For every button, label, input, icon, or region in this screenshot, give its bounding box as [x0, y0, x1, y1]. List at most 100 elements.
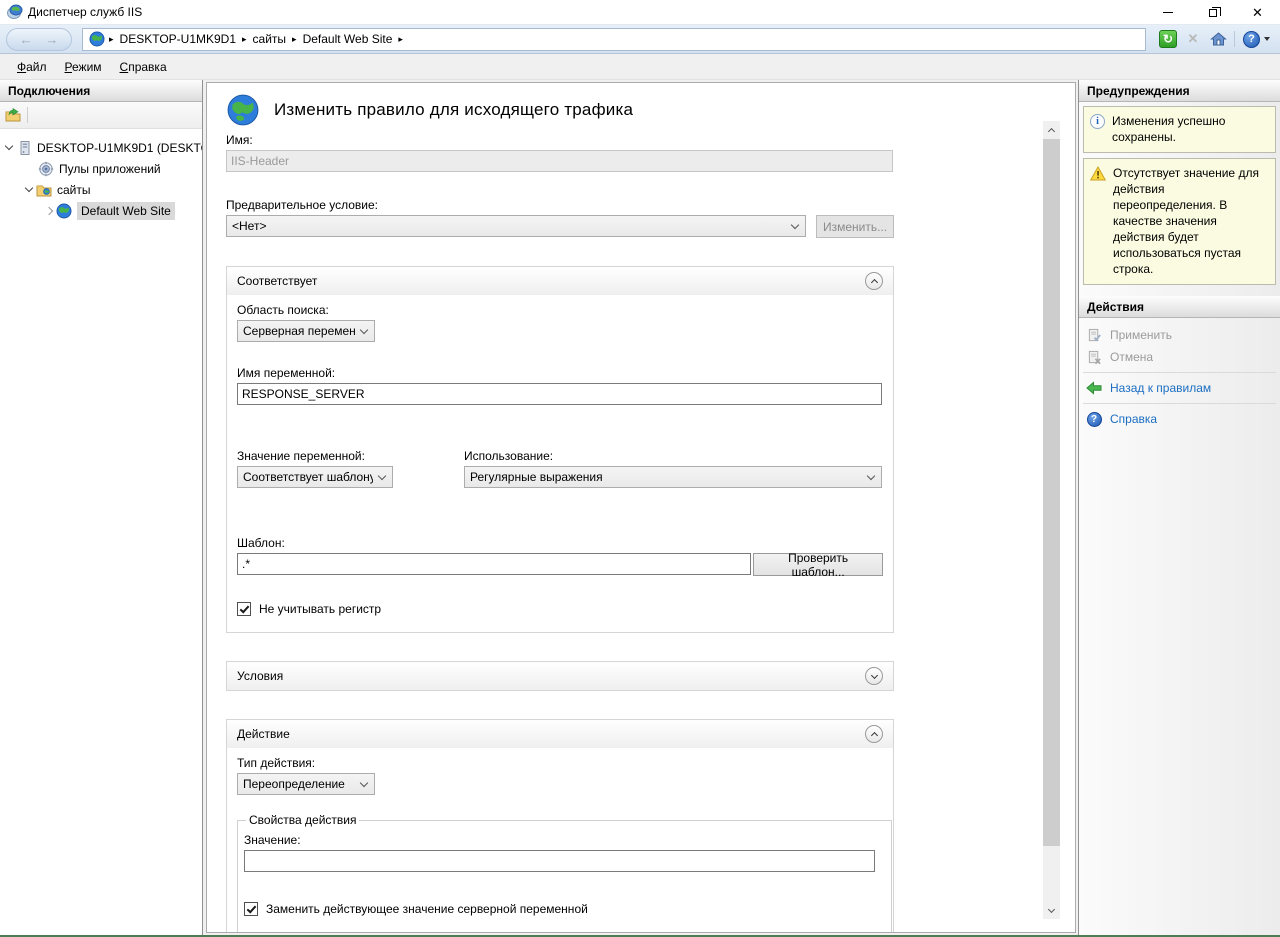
iis-app-icon [7, 4, 23, 20]
expander-expand-icon[interactable] [45, 206, 53, 214]
apply-icon [1086, 327, 1102, 343]
info-alert: i Изменения успешно сохранены. [1083, 106, 1276, 153]
variable-name-input[interactable] [237, 383, 882, 405]
close-button[interactable]: ✕ [1235, 0, 1280, 24]
breadcrumb-server[interactable]: DESKTOP-U1MK9D1 [120, 32, 236, 46]
help-action[interactable]: ? Справка [1079, 408, 1280, 430]
server-icon [16, 140, 32, 156]
action-type-label: Тип действия: [237, 756, 883, 770]
back-icon[interactable]: ← [20, 33, 33, 46]
globe-icon [226, 93, 260, 127]
breadcrumb-separator: ▸ [292, 34, 297, 45]
toolbar-separator [27, 107, 28, 123]
tree-item-server[interactable]: DESKTOP-U1MK9D1 (DESKTOI [0, 137, 202, 158]
match-section-header[interactable]: Соответствует [227, 267, 893, 295]
page-title: Изменить правило для исходящего трафика [274, 100, 633, 120]
breadcrumb-separator: ▸ [398, 34, 403, 45]
warning-icon [1090, 166, 1106, 181]
chevron-down-icon [791, 220, 799, 228]
tree-item-app-pools[interactable]: Пулы приложений [0, 158, 202, 179]
restore-button[interactable] [1190, 0, 1235, 24]
stop-icon: ✕ [1188, 31, 1199, 47]
expand-button[interactable] [865, 667, 883, 685]
cancel-action: Отмена [1079, 346, 1280, 368]
pattern-input[interactable] [237, 553, 751, 575]
cancel-icon [1086, 349, 1102, 365]
replace-value-row[interactable]: Заменить действующее значение серверной … [244, 902, 879, 916]
tree-item-sites[interactable]: сайты [0, 179, 202, 200]
breadcrumb-default-web-site[interactable]: Default Web Site [303, 32, 393, 46]
collapse-button[interactable] [865, 272, 883, 290]
back-to-rules-label: Назад к правилам [1110, 381, 1211, 395]
scroll-up-button[interactable] [1043, 121, 1060, 138]
conditions-section-header[interactable]: Условия [227, 662, 893, 690]
home-button[interactable] [1207, 29, 1229, 49]
main-area: Изменить правило для исходящего трафика … [203, 80, 1078, 935]
using-select[interactable]: Регулярные выражения [464, 466, 882, 488]
save-connection-icon[interactable] [5, 107, 21, 123]
info-alert-text: Изменения успешно сохранены. [1112, 113, 1269, 145]
help-menu-button[interactable]: ? [1243, 29, 1270, 49]
vertical-scrollbar[interactable] [1043, 121, 1060, 919]
forward-icon[interactable]: → [45, 33, 58, 46]
variable-value-value: Соответствует шаблону [243, 470, 373, 484]
replace-value-checkbox[interactable] [244, 902, 258, 916]
action-type-select[interactable]: Переопределение [237, 773, 375, 795]
chevron-down-icon [1048, 906, 1055, 913]
refresh-icon: ↻ [1159, 30, 1177, 48]
variable-value-select[interactable]: Соответствует шаблону [237, 466, 393, 488]
scroll-down-button[interactable] [1043, 902, 1060, 919]
collapse-button[interactable] [865, 725, 883, 743]
connections-panel: Подключения DES [0, 80, 203, 935]
breadcrumb-sites[interactable]: сайты [253, 32, 287, 46]
ignore-case-checkbox[interactable] [237, 602, 251, 616]
pattern-label: Шаблон: [237, 536, 883, 550]
navigation-bar: ← → ▸ DESKTOP-U1MK9D1 ▸ сайты ▸ Default … [0, 24, 1280, 54]
help-label: Справка [1110, 412, 1157, 426]
action-properties-legend: Свойства действия [246, 813, 359, 827]
refresh-button[interactable]: ↻ [1157, 29, 1179, 49]
toolbar-separator [1234, 31, 1235, 47]
match-section: Соответствует Область поиска: Серверная … [226, 266, 894, 633]
ignore-case-row[interactable]: Не учитывать регистр [237, 602, 883, 616]
action-type-value: Переопределение [243, 777, 355, 791]
tree-item-default-web-site[interactable]: Default Web Site [0, 200, 202, 221]
test-pattern-button[interactable]: Проверить шаблон... [753, 553, 883, 576]
expander-collapse-icon[interactable] [5, 142, 13, 150]
cancel-label: Отмена [1110, 350, 1153, 364]
menu-file[interactable]: Файл [8, 56, 56, 78]
menu-view[interactable]: Режим [56, 56, 111, 78]
chevron-up-icon [870, 732, 877, 739]
minimize-button[interactable] [1145, 0, 1190, 24]
actions-separator [1083, 372, 1276, 373]
help-icon: ? [1243, 31, 1260, 48]
title-bar: Диспетчер служб IIS ✕ [0, 0, 1280, 24]
breadcrumb[interactable]: ▸ DESKTOP-U1MK9D1 ▸ сайты ▸ Default Web … [82, 28, 1146, 51]
scope-select[interactable]: Серверная переменн [237, 320, 375, 342]
chevron-down-icon [360, 325, 368, 333]
action-properties-group: Свойства действия Значение: Заменить дей… [237, 813, 892, 933]
using-label: Использование: [464, 449, 883, 463]
action-value-input[interactable] [244, 850, 875, 872]
menu-bar: Файл Режим Справка [0, 54, 1280, 80]
tree-item-label: Пулы приложений [59, 162, 161, 176]
edit-outbound-rule-page: Изменить правило для исходящего трафика … [206, 82, 1076, 933]
menu-help[interactable]: Справка [111, 56, 176, 78]
right-panel: Предупреждения i Изменения успешно сохра… [1078, 80, 1280, 935]
tree-item-label: Default Web Site [77, 202, 175, 220]
app-pools-icon [38, 161, 54, 177]
precondition-select[interactable]: <Нет> [226, 215, 806, 237]
chevron-up-icon [870, 279, 877, 286]
expander-collapse-icon[interactable] [25, 184, 33, 192]
edit-precondition-button: Изменить... [816, 215, 894, 238]
scrollbar-thumb[interactable] [1043, 139, 1060, 846]
globe-icon [56, 203, 72, 219]
warnings-header: Предупреждения [1079, 80, 1280, 102]
back-to-rules-action[interactable]: Назад к правилам [1079, 377, 1280, 399]
connections-tree: DESKTOP-U1MK9D1 (DESKTOI Пулы приложений [0, 129, 202, 221]
action-section-header[interactable]: Действие [227, 720, 893, 748]
action-section-title: Действие [237, 727, 290, 741]
chevron-down-icon [378, 471, 386, 479]
chevron-up-icon [1048, 127, 1055, 134]
home-icon [1210, 31, 1227, 47]
